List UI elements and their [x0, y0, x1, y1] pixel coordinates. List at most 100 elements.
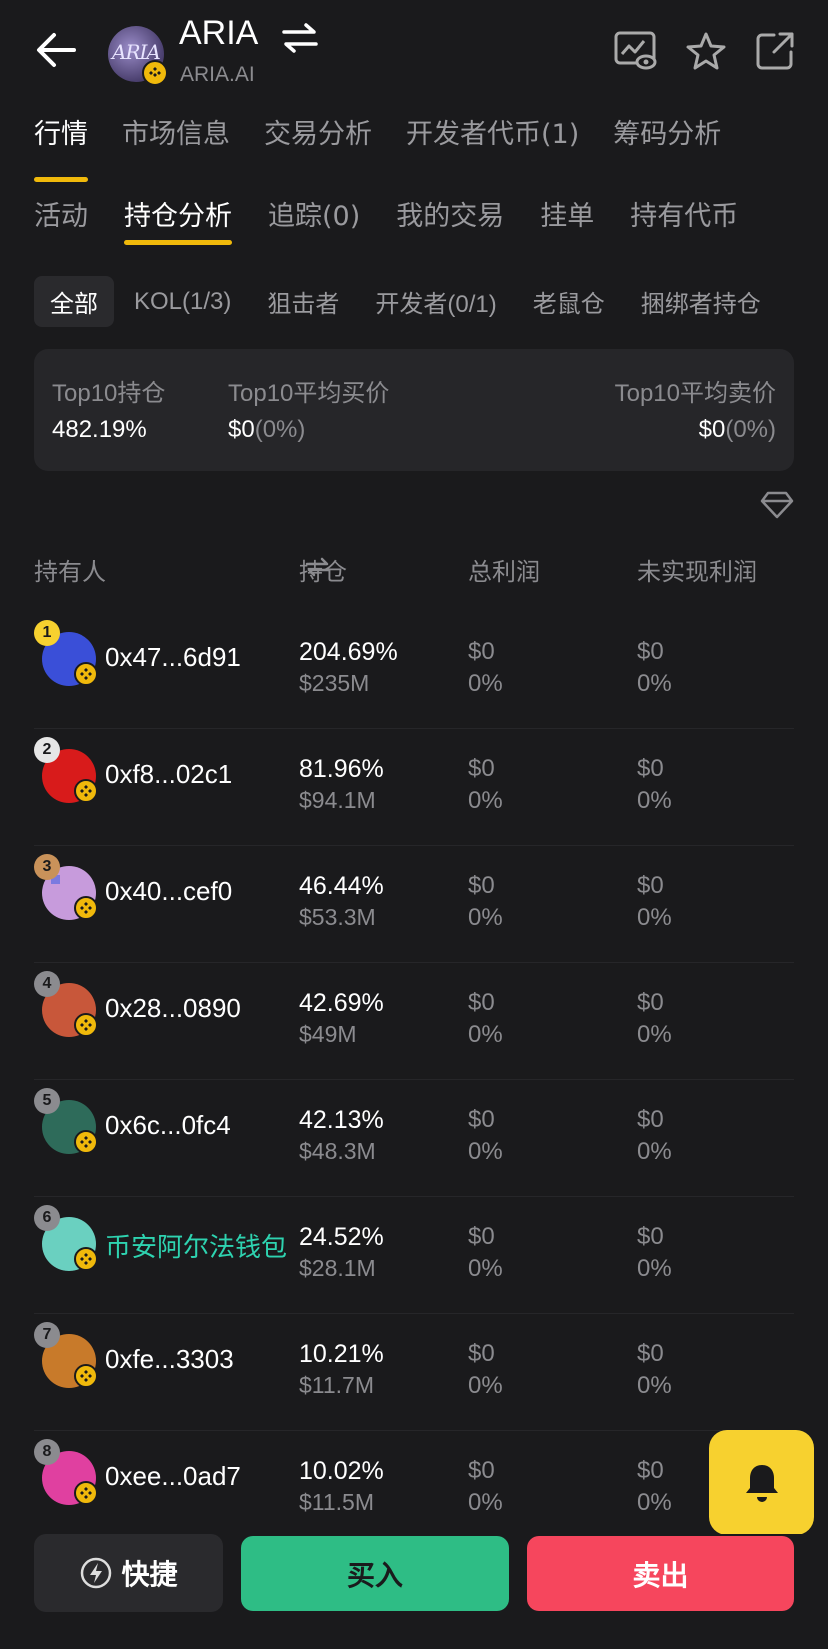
- star-icon[interactable]: [684, 30, 728, 72]
- filter-bundlers[interactable]: 捆绑者持仓: [625, 276, 777, 327]
- top10-holding-value: 482.19%: [52, 416, 147, 443]
- holder-filters: 全部 KOL(1/3) 狙击者 开发者(0/1) 老鼠仓 捆绑者持仓: [34, 276, 781, 327]
- back-arrow-icon[interactable]: [34, 30, 80, 70]
- main-tabs: 行情 市场信息 交易分析 开发者代币(1) 筹码分析: [34, 112, 755, 182]
- unrealized-pnl-percent: 0%: [637, 1021, 672, 1048]
- total-pnl-percent: 0%: [468, 1021, 503, 1048]
- share-icon[interactable]: [754, 30, 798, 72]
- tab-my-trades[interactable]: 我的交易: [396, 194, 504, 233]
- sell-button[interactable]: 卖出: [527, 1536, 794, 1611]
- total-pnl-value: $0: [468, 1106, 495, 1133]
- bnb-chain-icon: [74, 1013, 98, 1037]
- total-pnl-value: $0: [468, 1340, 495, 1367]
- top10-avg-buy: Top10平均买价 $0(0%): [228, 373, 389, 444]
- bnb-chain-icon: [74, 1130, 98, 1154]
- header: ARIA ARIA ARIA.AI: [0, 0, 828, 96]
- tab-market-info[interactable]: 市场信息: [122, 112, 230, 172]
- tab-chip-analysis[interactable]: 筹码分析: [613, 112, 721, 172]
- unrealized-pnl-value: $0: [637, 638, 664, 665]
- total-pnl-value: $0: [468, 989, 495, 1016]
- unrealized-pnl-percent: 0%: [637, 904, 672, 931]
- holder-address[interactable]: 0x6c...0fc4: [105, 1110, 231, 1141]
- top10-avg-sell: Top10平均卖价 $0(0%): [615, 373, 776, 444]
- tab-activity[interactable]: 活动: [34, 194, 88, 233]
- col-unrealized-pnl: 未实现利润: [637, 558, 757, 586]
- table-row[interactable]: 4 0x28...0890 42.69% $49M $0 0% $0 0%: [34, 963, 794, 1080]
- holding-percent: 24.52%: [299, 1223, 384, 1251]
- rank-badge: 6: [34, 1205, 60, 1231]
- top10-avg-sell-label: Top10平均卖价: [614, 380, 776, 407]
- total-pnl-value: $0: [468, 1223, 495, 1250]
- table-row[interactable]: 7 0xfe...3303 10.21% $11.7M $0 0% $0 0%: [34, 1314, 794, 1431]
- holder-address[interactable]: 币安阿尔法钱包: [105, 1227, 287, 1264]
- table-row[interactable]: 1 0x47...6d91 204.69% $235M $0 0% $0 0%: [34, 612, 794, 729]
- holder-address[interactable]: 0x47...6d91: [105, 642, 241, 673]
- holder-address[interactable]: 0xfe...3303: [105, 1344, 234, 1375]
- holder-address[interactable]: 0x40...cef0: [105, 876, 232, 907]
- unrealized-pnl-percent: 0%: [637, 670, 672, 697]
- tab-dev-tokens[interactable]: 开发者代币(1): [406, 112, 579, 172]
- bottom-action-bar: 快捷 买入 卖出: [0, 1534, 828, 1649]
- unrealized-pnl-percent: 0%: [637, 1138, 672, 1165]
- unrealized-pnl-value: $0: [637, 872, 664, 899]
- unrealized-pnl-value: $0: [637, 1223, 664, 1250]
- top10-summary-card: Top10持仓 482.19% Top10平均买价 $0(0%) Top10平均…: [34, 349, 794, 471]
- filter-kol[interactable]: KOL(1/3): [118, 280, 247, 324]
- holder-address[interactable]: 0x28...0890: [105, 993, 241, 1024]
- filter-snipers[interactable]: 狙击者: [251, 276, 355, 327]
- tab-held-tokens[interactable]: 持有代币: [630, 194, 738, 233]
- rank-badge: 5: [34, 1088, 60, 1114]
- holders-table-header: 持有人 持仓 总利润 未实现利润: [34, 552, 794, 588]
- total-pnl-percent: 0%: [468, 670, 503, 697]
- total-pnl-percent: 0%: [468, 1489, 503, 1516]
- filter-developers[interactable]: 开发者(0/1): [359, 276, 512, 327]
- filter-all[interactable]: 全部: [34, 276, 114, 327]
- holding-value: $28.1M: [299, 1255, 376, 1281]
- diamond-icon[interactable]: [760, 490, 794, 520]
- holding-value: $235M: [299, 670, 370, 696]
- avg-buy-pct: (0%): [254, 416, 306, 443]
- tab-holdings-analysis[interactable]: 持仓分析: [124, 194, 232, 245]
- tab-trade-analysis[interactable]: 交易分析: [264, 112, 372, 172]
- holding-value: $11.7M: [299, 1372, 375, 1398]
- filter-insiders[interactable]: 老鼠仓: [517, 276, 621, 327]
- table-row[interactable]: 2 0xf8...02c1 81.96% $94.1M $0 0% $0 0%: [34, 729, 794, 846]
- total-pnl-percent: 0%: [468, 787, 503, 814]
- table-row[interactable]: 6 币安阿尔法钱包 24.52% $28.1M $0 0% $0 0%: [34, 1197, 794, 1314]
- total-pnl-value: $0: [468, 872, 495, 899]
- avg-sell-pct: (0%): [725, 416, 776, 443]
- price-alert-button[interactable]: [709, 1430, 814, 1535]
- table-row[interactable]: 5 0x6c...0fc4 42.13% $48.3M $0 0% $0 0%: [34, 1080, 794, 1197]
- tab-market[interactable]: 行情: [34, 112, 88, 182]
- buy-button[interactable]: 买入: [241, 1536, 509, 1611]
- holder-address[interactable]: 0xee...0ad7: [105, 1461, 241, 1492]
- top10-holding-label: Top10持仓: [52, 380, 166, 407]
- bnb-chain-icon: [74, 662, 98, 686]
- col-holding-label: 持仓: [299, 558, 347, 586]
- col-holding[interactable]: 持仓: [299, 552, 347, 586]
- unrealized-pnl-percent: 0%: [637, 787, 672, 814]
- token-subtitle: ARIA.AI: [180, 63, 255, 86]
- quick-trade-button[interactable]: 快捷: [34, 1534, 223, 1612]
- tab-orders[interactable]: 挂单: [540, 194, 594, 233]
- bnb-chain-icon: [74, 779, 98, 803]
- unrealized-pnl-value: $0: [637, 1106, 664, 1133]
- total-pnl-value: $0: [468, 755, 495, 782]
- table-row[interactable]: 3 0x40...cef0 46.44% $53.3M $0 0% $0 0%: [34, 846, 794, 963]
- swap-icon[interactable]: [280, 22, 320, 54]
- total-pnl-value: $0: [468, 638, 495, 665]
- rank-badge: 1: [34, 620, 60, 646]
- holding-percent: 46.44%: [299, 872, 384, 900]
- total-pnl-percent: 0%: [468, 1255, 503, 1282]
- avg-buy-price: $0: [228, 416, 255, 443]
- chart-watch-icon[interactable]: [614, 30, 658, 72]
- unrealized-pnl-percent: 0%: [637, 1255, 672, 1282]
- token-name[interactable]: ARIA: [179, 14, 258, 53]
- col-holder: 持有人: [34, 558, 106, 586]
- rank-badge: 8: [34, 1439, 60, 1465]
- holder-address[interactable]: 0xf8...02c1: [105, 759, 232, 790]
- table-row[interactable]: 8 0xee...0ad7 10.02% $11.5M $0 0% $0 0%: [34, 1431, 794, 1548]
- top10-avg-buy-label: Top10平均买价: [228, 380, 390, 407]
- unrealized-pnl-percent: 0%: [637, 1489, 672, 1516]
- tab-tracking[interactable]: 追踪(0): [268, 194, 360, 233]
